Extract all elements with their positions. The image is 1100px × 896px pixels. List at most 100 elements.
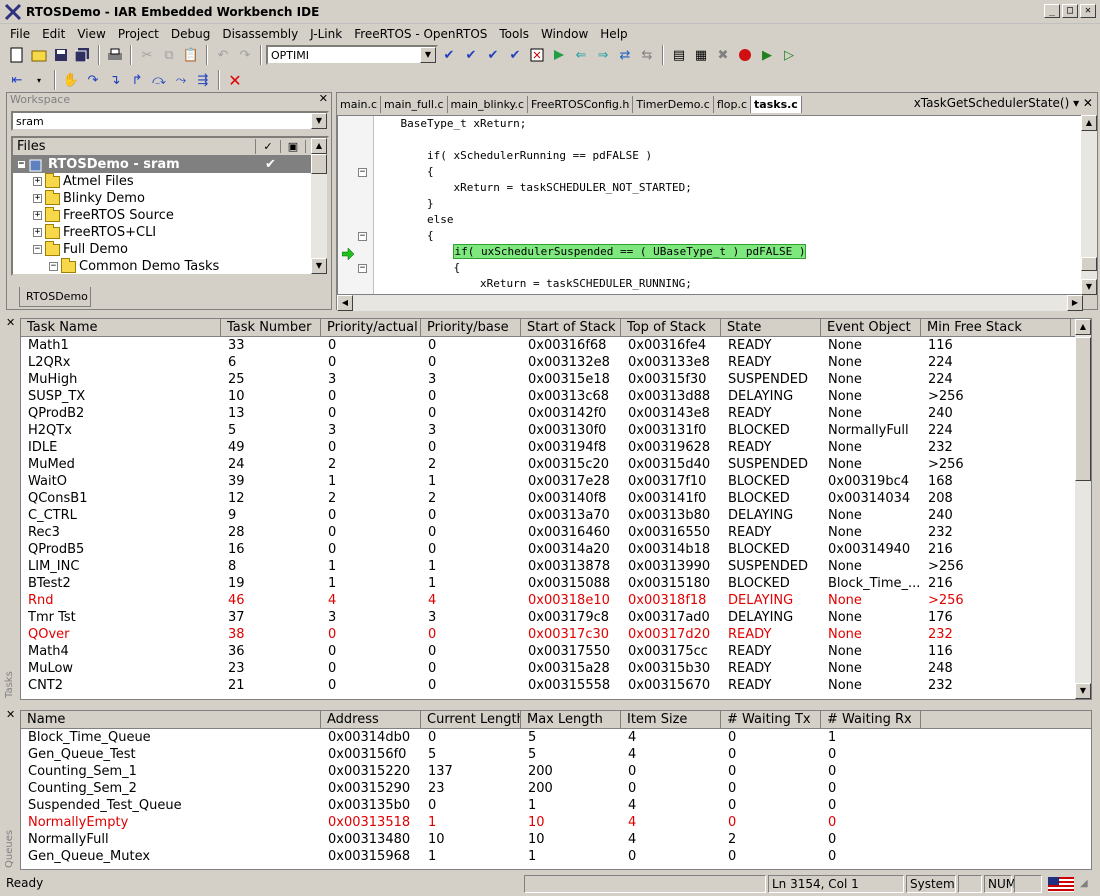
- tasks-column-header[interactable]: Min Free Stack: [921, 319, 1071, 336]
- menu-view[interactable]: View: [71, 27, 111, 41]
- tasks-row[interactable]: L2QRx 6 0 0 0x003132e8 0x003133e8 READY None 224: [21, 354, 1091, 371]
- collapse-icon[interactable]: −: [17, 160, 26, 169]
- tasks-row[interactable]: LIM_INC 8 1 1 0x00313878 0x00313990 SUSPENDED N…: [21, 558, 1091, 575]
- download-debug-icon[interactable]: ▶: [757, 45, 777, 65]
- tab-rtosdemo[interactable]: RTOSDemo: [19, 287, 91, 307]
- queues-row[interactable]: NormallyEmpty 0x00313518 1 10 4 0 0: [21, 814, 1091, 831]
- next-statement-icon[interactable]: ⤼: [149, 70, 169, 90]
- files-scrollbar[interactable]: ▲ ▼: [311, 138, 327, 274]
- menu-tools[interactable]: Tools: [493, 27, 535, 41]
- queues-column-header[interactable]: Item Size: [621, 711, 721, 728]
- break-icon[interactable]: ✋: [61, 70, 81, 90]
- queues-row[interactable]: Counting_Sem_1 0x00315220 137 200 0 0 0: [21, 763, 1091, 780]
- tasks-row[interactable]: Math1 33 0 0 0x00316f68 0x00316fe4 READY None 11…: [21, 337, 1091, 354]
- chevron-down-icon[interactable]: ▼: [420, 47, 436, 63]
- tasks-row[interactable]: IDLE 49 0 0 0x003194f8 0x00319628 READY None 232: [21, 439, 1091, 456]
- navigate-forward-icon[interactable]: ⇆: [637, 45, 657, 65]
- queues-column-header[interactable]: # Waiting Rx: [821, 711, 921, 728]
- tasks-column-header[interactable]: Event Object: [821, 319, 921, 336]
- configuration-combo[interactable]: sram ▼: [11, 111, 329, 131]
- chevron-down-icon[interactable]: ▼: [311, 113, 327, 129]
- tasks-row[interactable]: WaitO 39 1 1 0x00317e28 0x00317f10 BLOCKED 0x00…: [21, 473, 1091, 490]
- tab-freertosconfig-h[interactable]: FreeRTOSConfig.h: [528, 96, 634, 113]
- tab-flop-c[interactable]: flop.c: [714, 96, 752, 113]
- tasks-row[interactable]: QProdB5 16 0 0 0x00314a20 0x00314b18 BLOCKED 0x…: [21, 541, 1091, 558]
- tasks-row[interactable]: BTest2 19 1 1 0x00315088 0x00315180 BLOCKED Blo…: [21, 575, 1091, 592]
- find-prev-icon[interactable]: ✔: [461, 45, 481, 65]
- tab-main-blinky-c[interactable]: main_blinky.c: [448, 96, 529, 113]
- close-window-button[interactable]: ✕: [1080, 4, 1096, 18]
- tasks-row[interactable]: C_CTRL 9 0 0 0x00313a70 0x00313b80 DELAYING Non…: [21, 507, 1091, 524]
- undo-icon[interactable]: ↶: [213, 45, 233, 65]
- tasks-row[interactable]: CNT2 21 0 0 0x00315558 0x00315670 READY None 232: [21, 677, 1091, 694]
- go-icon[interactable]: ⇶: [193, 70, 213, 90]
- fold-icon[interactable]: −: [358, 264, 367, 273]
- tasks-row[interactable]: QConsB1 12 2 2 0x003140f8 0x003141f0 BLOCKED 0x…: [21, 490, 1091, 507]
- tasks-row[interactable]: QProdB2 13 0 0 0x003142f0 0x003143e8 READY None…: [21, 405, 1091, 422]
- tab-main-full-c[interactable]: main_full.c: [381, 96, 448, 113]
- tasks-row[interactable]: MuMed 24 2 2 0x00315c20 0x00315d40 SUSPENDED No…: [21, 456, 1091, 473]
- bookmark-next-icon[interactable]: ⇒: [593, 45, 613, 65]
- queues-row[interactable]: Counting_Sem_2 0x00315290 23 200 0 0 0: [21, 780, 1091, 797]
- tasks-column-header[interactable]: Task Name: [21, 319, 221, 336]
- queues-column-header[interactable]: Name: [21, 711, 321, 728]
- tree-item-freertos-source[interactable]: + FreeRTOS Source: [13, 206, 327, 224]
- tasks-column-header[interactable]: Priority/actual: [321, 319, 421, 336]
- expand-icon[interactable]: +: [33, 228, 42, 237]
- step-out-icon[interactable]: ↱: [127, 70, 147, 90]
- goto-icon[interactable]: [527, 45, 547, 65]
- tasks-column-header[interactable]: Task Number: [221, 319, 321, 336]
- tasks-row[interactable]: Math4 36 0 0 0x00317550 0x003175cc READY None 11…: [21, 643, 1091, 660]
- scroll-right-icon[interactable]: ▶: [1067, 295, 1083, 311]
- scroll-down-icon[interactable]: ▼: [1081, 279, 1097, 295]
- scroll-down-icon[interactable]: ▼: [1075, 683, 1091, 699]
- tasks-row[interactable]: Rnd 46 4 4 0x00318e10 0x00318f18 DELAYING None >…: [21, 592, 1091, 609]
- menu-help[interactable]: Help: [594, 27, 633, 41]
- tasks-row[interactable]: MuHigh 25 3 3 0x00315e18 0x00315f30 SUSPENDED N…: [21, 371, 1091, 388]
- save-icon[interactable]: [51, 45, 71, 65]
- tab-main-c[interactable]: main.c: [337, 96, 382, 113]
- tasks-row[interactable]: Rec3 28 0 0 0x00316460 0x00316550 READY None 232: [21, 524, 1091, 541]
- tree-item-blinky-demo[interactable]: + Blinky Demo: [13, 189, 327, 207]
- editor-hscrollbar[interactable]: ◀ ▶: [337, 295, 1083, 311]
- queues-row[interactable]: Gen_Queue_Test 0x003156f0 5 5 4 0 0: [21, 746, 1091, 763]
- bookmark-prev-icon[interactable]: ⇐: [571, 45, 591, 65]
- menu-debug[interactable]: Debug: [165, 27, 216, 41]
- code-editor[interactable]: − − − BaseType_t xReturn; if( xScheduler…: [337, 115, 1083, 295]
- scroll-up-icon[interactable]: ▲: [1075, 319, 1091, 335]
- tasks-row[interactable]: Tmr Tst 37 3 3 0x003179c8 0x00317ad0 DELAYING N…: [21, 609, 1091, 626]
- tasks-column-header[interactable]: Top of Stack: [621, 319, 721, 336]
- scroll-thumb[interactable]: [1081, 257, 1097, 271]
- menu-edit[interactable]: Edit: [36, 27, 71, 41]
- maximize-button[interactable]: □: [1062, 4, 1078, 18]
- resize-grip-icon[interactable]: ◢: [1080, 878, 1088, 889]
- tab-timerdemo-c[interactable]: TimerDemo.c: [633, 96, 714, 113]
- tasks-row[interactable]: QOver 38 0 0 0x00317c30 0x00317d20 READY None 23…: [21, 626, 1091, 643]
- save-all-icon[interactable]: [73, 45, 93, 65]
- options-column-icon[interactable]: ▣: [281, 140, 306, 153]
- tree-item-freertos-cli[interactable]: + FreeRTOS+CLI: [13, 223, 327, 241]
- find-in-files-icon[interactable]: ✔: [483, 45, 503, 65]
- stop-build-icon[interactable]: ✖: [713, 45, 733, 65]
- close-icon[interactable]: ✕: [319, 92, 328, 105]
- find-combo[interactable]: OPTIMI ▼: [266, 45, 438, 65]
- find-next-icon[interactable]: ✔: [439, 45, 459, 65]
- function-navigator[interactable]: xTaskGetSchedulerState() ▾ ✕: [914, 96, 1093, 110]
- navigate-back-icon[interactable]: ⇄: [615, 45, 635, 65]
- check-column-icon[interactable]: ✓: [256, 140, 281, 153]
- stop-debugging-icon[interactable]: ✕: [225, 70, 245, 90]
- queues-column-header[interactable]: Address: [321, 711, 421, 728]
- tasks-column-header[interactable]: State: [721, 319, 821, 336]
- tasks-column-header[interactable]: Priority/base: [421, 319, 521, 336]
- step-over-icon[interactable]: ↷: [83, 70, 103, 90]
- copy-icon[interactable]: ⧉: [159, 45, 179, 65]
- editor-vscrollbar[interactable]: ▲ ▼: [1081, 115, 1097, 295]
- step-into-icon[interactable]: ↴: [105, 70, 125, 90]
- print-icon[interactable]: [105, 45, 125, 65]
- language-flag-icon[interactable]: [1048, 877, 1074, 895]
- fold-icon[interactable]: −: [358, 232, 367, 241]
- bookmark-toggle-icon[interactable]: [549, 45, 569, 65]
- new-file-icon[interactable]: [7, 45, 27, 65]
- menu-file[interactable]: File: [4, 27, 36, 41]
- minimize-button[interactable]: _: [1044, 4, 1060, 18]
